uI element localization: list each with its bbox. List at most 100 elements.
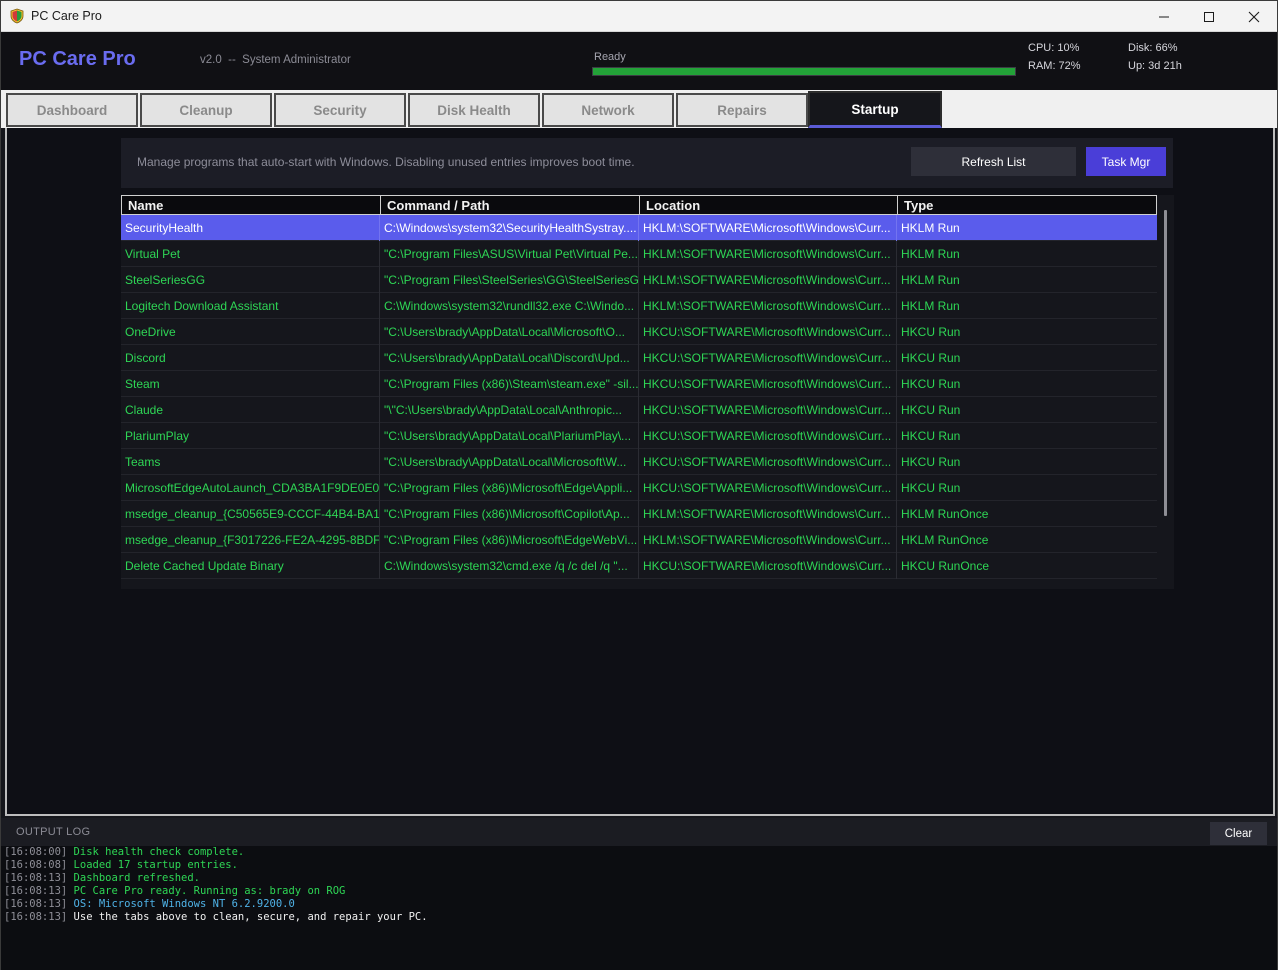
cell-command: "C:\Program Files (x86)\Microsoft\Edge\A…	[380, 475, 639, 501]
table-row[interactable]: Steam "C:\Program Files (x86)\Steam\steam…	[121, 371, 1157, 397]
clear-log-button[interactable]: Clear	[1210, 822, 1267, 845]
scrollbar-thumb[interactable]	[1164, 210, 1167, 516]
task-manager-button[interactable]: Task Mgr	[1086, 147, 1166, 176]
log-timestamp: [16:08:13]	[4, 885, 68, 897]
cell-location: HKLM:\SOFTWARE\Microsoft\Windows\Curr...	[639, 527, 897, 553]
log-line: [16:08:13] Dashboard refreshed.	[4, 872, 428, 885]
tab-network[interactable]: Network	[542, 93, 674, 127]
close-icon	[1248, 11, 1260, 22]
window-title: PC Care Pro	[31, 9, 102, 23]
table-row[interactable]: Logitech Download Assistant C:\Windows\sy…	[121, 293, 1157, 319]
status-text: Ready	[594, 51, 626, 63]
cell-command: "C:\Program Files\SteelSeries\GG\SteelSe…	[380, 267, 639, 293]
cell-location: HKCU:\SOFTWARE\Microsoft\Windows\Curr...	[639, 475, 897, 501]
cell-type: HKLM Run	[901, 299, 960, 313]
refresh-list-button[interactable]: Refresh List	[911, 147, 1076, 176]
cell-name: Discord	[121, 345, 380, 371]
table-row[interactable]: MicrosoftEdgeAutoLaunch_CDA3BA1F9DE0E0..…	[121, 475, 1157, 501]
cell-location: HKCU:\SOFTWARE\Microsoft\Windows\Curr...	[639, 319, 897, 345]
title-bar[interactable]: PC Care Pro	[1, 1, 1277, 32]
cell-name: Logitech Download Assistant	[121, 293, 380, 319]
table-row[interactable]: Virtual Pet "C:\Program Files\ASUS\Virtua…	[121, 241, 1157, 267]
cell-location: HKLM:\SOFTWARE\Microsoft\Windows\Curr...	[639, 241, 897, 267]
cell-location: HKCU:\SOFTWARE\Microsoft\Windows\Curr...	[639, 345, 897, 371]
log-message: Use the tabs above to clean, secure, and…	[73, 911, 428, 923]
table-row[interactable]: Teams "C:\Users\brady\AppData\Local\Micro…	[121, 449, 1157, 475]
cell-type: HKCU Run	[901, 429, 961, 443]
table-row[interactable]: Claude "\"C:\Users\brady\AppData\Local\An…	[121, 397, 1157, 423]
cell-command: "C:\Program Files (x86)\Steam\steam.exe"…	[380, 371, 639, 397]
log-line: [16:08:13] Use the tabs above to clean, …	[4, 911, 428, 924]
column-header-name[interactable]: Name	[122, 196, 381, 214]
table-row[interactable]: Discord "C:\Users\brady\AppData\Local\Dis…	[121, 345, 1157, 371]
cell-name: SecurityHealth	[121, 215, 380, 241]
minimize-button[interactable]	[1141, 1, 1187, 32]
ram-metric: RAM: 72%	[1028, 60, 1081, 72]
cell-name: Steam	[121, 371, 380, 397]
cell-type: HKCU RunOnce	[901, 559, 990, 573]
cell-command: "C:\Users\brady\AppData\Local\PlariumPla…	[380, 423, 639, 449]
cell-type: HKLM Run	[901, 247, 960, 261]
cell-type: HKLM Run	[901, 221, 960, 235]
cell-name: Virtual Pet	[121, 241, 380, 267]
brand-title: PC Care Pro	[19, 48, 136, 70]
column-header-command[interactable]: Command / Path	[381, 196, 640, 214]
tab-disk-health[interactable]: Disk Health	[408, 93, 540, 127]
tab-dashboard[interactable]: Dashboard	[6, 93, 138, 127]
cell-type: HKCU Run	[901, 481, 961, 495]
output-log-title: OUTPUT LOG	[16, 826, 91, 838]
table-row[interactable]: SteelSeriesGG "C:\Program Files\SteelSeri…	[121, 267, 1157, 293]
startup-panel: Manage programs that auto-start with Win…	[5, 128, 1275, 816]
cell-type: HKLM RunOnce	[901, 533, 989, 547]
cell-type: HKLM Run	[901, 273, 960, 287]
cell-command: "\"C:\Users\brady\AppData\Local\Anthropi…	[380, 397, 639, 423]
column-header-type[interactable]: Type	[898, 196, 1157, 214]
cell-command: "C:\Program Files (x86)\Microsoft\EdgeWe…	[380, 527, 639, 553]
maximize-icon	[1204, 11, 1214, 22]
cell-command: "C:\Users\brady\AppData\Local\Discord\Up…	[380, 345, 639, 371]
cell-type: HKCU Run	[901, 351, 961, 365]
tab-security[interactable]: Security	[274, 93, 406, 127]
table-scrollbar[interactable]	[1157, 195, 1174, 589]
cell-location: HKCU:\SOFTWARE\Microsoft\Windows\Curr...	[639, 371, 897, 397]
table-row[interactable]: msedge_cleanup_{C50565E9-CCCF-44B4-BA1..…	[121, 501, 1157, 527]
cell-name: SteelSeriesGG	[121, 267, 380, 293]
startup-description: Manage programs that auto-start with Win…	[137, 155, 635, 169]
output-log-lines: [16:08:00] Disk health check complete. [1…	[4, 846, 428, 924]
cell-name: Claude	[121, 397, 380, 423]
table-row[interactable]: msedge_cleanup_{F3017226-FE2A-4295-8BDF.…	[121, 527, 1157, 553]
cell-type: HKCU Run	[901, 403, 961, 417]
disk-metric: Disk: 66%	[1128, 42, 1178, 54]
cell-command: "C:\Users\brady\AppData\Local\Microsoft\…	[380, 319, 639, 345]
maximize-button[interactable]	[1186, 1, 1232, 32]
log-message: Loaded 17 startup entries.	[73, 859, 238, 871]
table-row[interactable]: PlariumPlay "C:\Users\brady\AppData\Local…	[121, 423, 1157, 449]
table-row[interactable]: OneDrive "C:\Users\brady\AppData\Local\Mi…	[121, 319, 1157, 345]
cell-command: "C:\Users\brady\AppData\Local\Microsoft\…	[380, 449, 639, 475]
cell-location: HKLM:\SOFTWARE\Microsoft\Windows\Curr...	[639, 215, 897, 241]
cell-location: HKCU:\SOFTWARE\Microsoft\Windows\Curr...	[639, 423, 897, 449]
startup-table: Name Command / Path Location Type Securi…	[121, 195, 1174, 589]
close-button[interactable]	[1231, 1, 1277, 32]
table-row[interactable]: SecurityHealth C:\Windows\system32\Securi…	[121, 215, 1157, 241]
tab-repairs[interactable]: Repairs	[676, 93, 808, 127]
table-row[interactable]: Delete Cached Update Binary C:\Windows\sy…	[121, 553, 1157, 579]
cell-location: HKCU:\SOFTWARE\Microsoft\Windows\Curr...	[639, 397, 897, 423]
log-message: OS: Microsoft Windows NT 6.2.9200.0	[73, 898, 295, 910]
log-line: [16:08:08] Loaded 17 startup entries.	[4, 859, 428, 872]
startup-toolbar: Manage programs that auto-start with Win…	[121, 138, 1173, 188]
cell-command: C:\Windows\system32\SecurityHealthSystra…	[380, 215, 639, 241]
cell-type: HKCU Run	[901, 377, 961, 391]
log-timestamp: [16:08:13]	[4, 872, 68, 884]
cell-name: msedge_cleanup_{C50565E9-CCCF-44B4-BA1..…	[121, 501, 380, 527]
table-header: Name Command / Path Location Type	[121, 195, 1157, 215]
uptime-metric: Up: 3d 21h	[1128, 60, 1182, 72]
cell-name: PlariumPlay	[121, 423, 380, 449]
tab-cleanup[interactable]: Cleanup	[140, 93, 272, 127]
tab-startup[interactable]: Startup	[808, 91, 942, 128]
cell-name: OneDrive	[121, 319, 380, 345]
cell-type: HKLM RunOnce	[901, 507, 989, 521]
column-header-location[interactable]: Location	[640, 196, 898, 214]
cell-type: HKCU Run	[901, 325, 961, 339]
app-header: PC Care Pro v2.0 -- System Administrator…	[1, 32, 1277, 90]
